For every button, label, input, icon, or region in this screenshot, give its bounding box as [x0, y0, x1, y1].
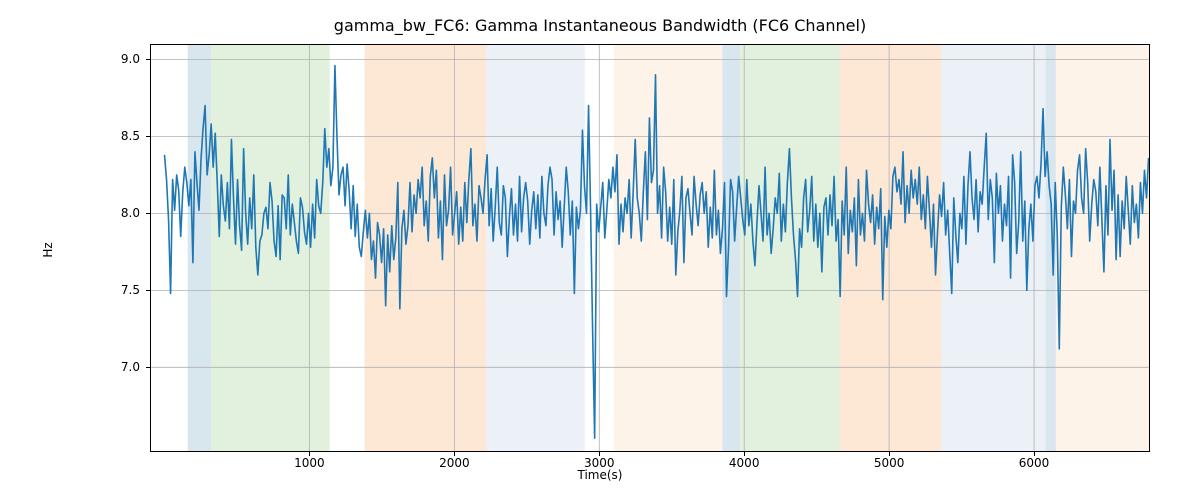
- y-tick-label: 9.0: [121, 52, 140, 66]
- y-tick-label: 8.0: [121, 206, 140, 220]
- y-tick-label: 7.5: [121, 283, 140, 297]
- y-tick-label: 7.0: [121, 360, 140, 374]
- y-tick-mark: [146, 367, 150, 368]
- plot-svg: [150, 44, 1150, 452]
- x-axis-label: Time(s): [0, 468, 1200, 482]
- region: [211, 44, 330, 452]
- figure: gamma_bw_FC6: Gamma Instantaneous Bandwi…: [0, 0, 1200, 500]
- y-tick-mark: [146, 136, 150, 137]
- region: [614, 44, 723, 452]
- background-regions: [188, 44, 1150, 452]
- y-tick-mark: [146, 59, 150, 60]
- y-tick-label: 8.5: [121, 129, 140, 143]
- region: [486, 44, 585, 452]
- y-tick-mark: [146, 290, 150, 291]
- y-tick-mark: [146, 213, 150, 214]
- axes: 1000200030004000500060007.07.58.08.59.0: [150, 44, 1150, 452]
- region: [188, 44, 211, 452]
- y-axis-label: Hz: [41, 242, 55, 257]
- chart-title: gamma_bw_FC6: Gamma Instantaneous Bandwi…: [0, 16, 1200, 35]
- region: [740, 44, 840, 452]
